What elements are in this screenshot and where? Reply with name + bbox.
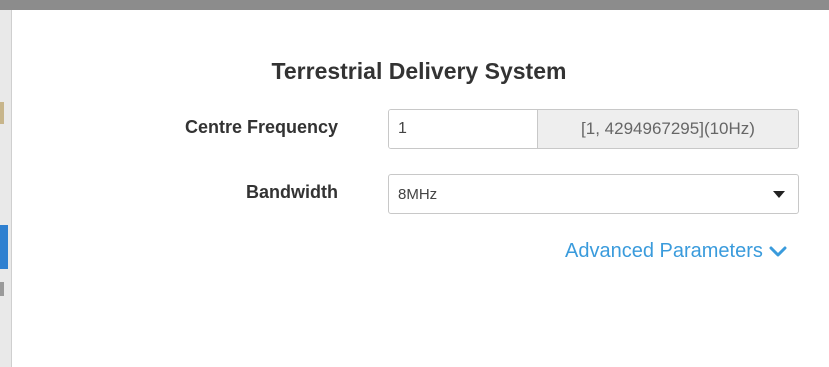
background-selected-item <box>0 225 8 269</box>
screen: Terrestrial Delivery System Centre Frequ… <box>0 0 829 367</box>
background-mark <box>0 282 4 296</box>
background-mark <box>0 102 4 124</box>
caret-down-icon <box>773 190 785 198</box>
bandwidth-selected-value: 8MHz <box>398 185 438 203</box>
chevron-down-icon[interactable] <box>769 246 787 258</box>
advanced-parameters-link[interactable]: Advanced Parameters <box>565 240 763 263</box>
delivery-system-dialog: Terrestrial Delivery System Centre Frequ… <box>14 10 829 367</box>
bandwidth-label: Bandwidth <box>246 182 338 202</box>
window-top-bar <box>0 0 829 10</box>
advanced-parameters-toggle[interactable]: Advanced Parameters <box>565 240 787 263</box>
centre-frequency-label: Centre Frequency <box>184 117 338 137</box>
frequency-range-hint: [1, 4294967295](10Hz) <box>537 110 798 148</box>
background-panel-edge <box>0 10 12 367</box>
centre-frequency-group: [1, 4294967295](10Hz) <box>388 109 799 149</box>
dialog-title: Terrestrial Delivery System <box>271 58 567 84</box>
centre-frequency-input[interactable] <box>389 110 537 148</box>
bandwidth-select[interactable]: 8MHz <box>388 174 799 214</box>
